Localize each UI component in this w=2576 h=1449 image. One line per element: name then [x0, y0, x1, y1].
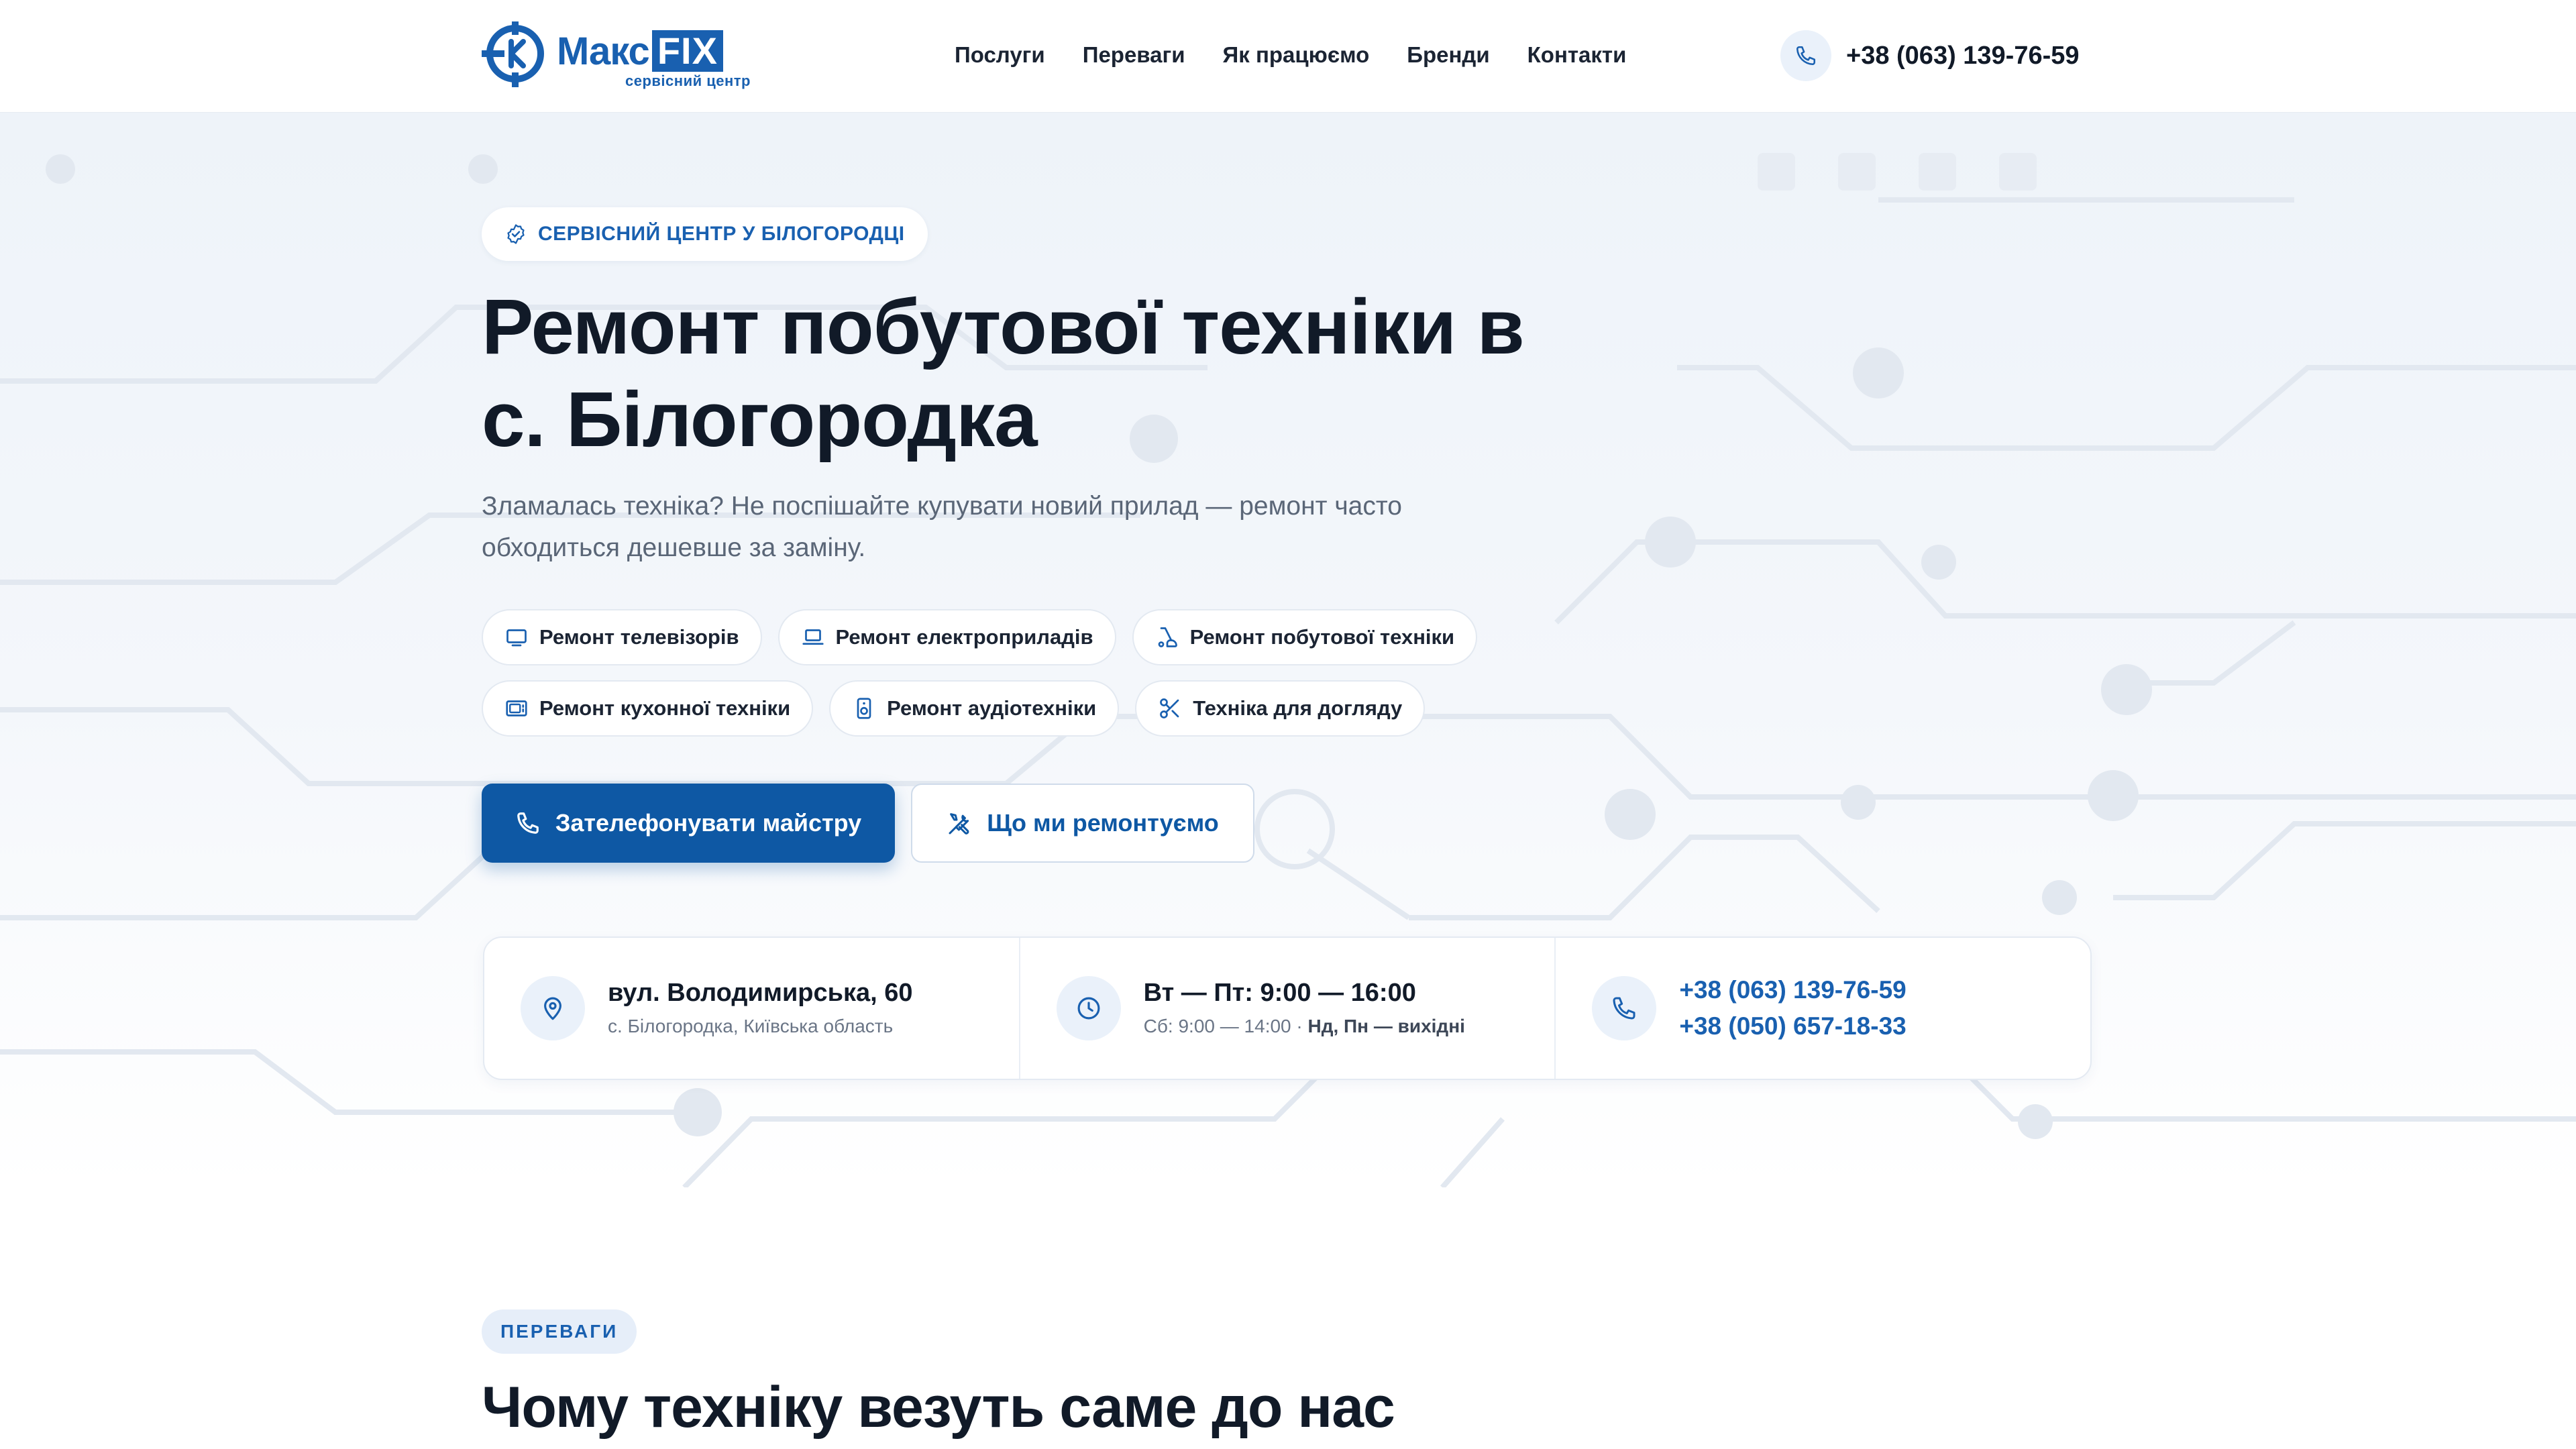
phone-icon — [517, 812, 539, 834]
advantages-badge: ПЕРЕВАГИ — [482, 1309, 637, 1354]
chip-tv-repair[interactable]: Ремонт телевізорів — [482, 609, 762, 665]
logo-tagline: сервісний центр — [625, 72, 751, 89]
hero-section: СЕРВІСНИЙ ЦЕНТР У БІЛОГОРОДЦІ Ремонт поб… — [0, 113, 2576, 1187]
hours-block: Вт — Пт: 9:00 — 16:00 Сб: 9:00 — 14:00 ·… — [1018, 938, 1555, 1079]
hero-title-line-2: с. Білогородка — [482, 376, 1038, 463]
chip-audio-repair[interactable]: Ремонт аудіотехніки — [829, 680, 1120, 737]
chip-kitchen-repair[interactable]: Ремонт кухонної техніки — [482, 680, 814, 737]
hours-weekdays: Вт — Пт: 9:00 — 16:00 — [1143, 979, 1416, 1007]
main-nav: Послуги Переваги Як працюємо Бренди Конт… — [955, 39, 1626, 71]
phone-link-2[interactable]: +38 (050) 657-18-33 — [1679, 1008, 1906, 1044]
phone-icon — [1592, 976, 1657, 1040]
advantages-title: Чому техніку везуть саме до нас — [482, 1375, 1395, 1440]
what-we-repair-button-label: Що ми ремонтуємо — [987, 809, 1219, 837]
chip-label: Ремонт побутової техніки — [1189, 625, 1455, 649]
chip-label: Ремонт кухонної техніки — [539, 696, 791, 720]
location-pin-icon — [521, 976, 585, 1040]
logo[interactable]: Макс FIX сервісний центр — [482, 20, 751, 91]
tv-icon — [506, 629, 527, 647]
nav-item-how-we-work[interactable]: Як працюємо — [1223, 39, 1370, 71]
clock-icon — [1056, 976, 1121, 1040]
address-block: вул. Володимирська, 60 с. Білогородка, К… — [484, 938, 1019, 1079]
phone-icon — [1780, 30, 1831, 81]
phones-block: +38 (063) 139-76-59 +38 (050) 657-18-33 — [1554, 938, 2090, 1079]
what-we-repair-button[interactable]: Що ми ремонтуємо — [911, 784, 1254, 863]
hours-weekend: Сб: 9:00 — 14:00 · Нд, Пн — вихідні — [1144, 1011, 1465, 1042]
phone-link-1[interactable]: +38 (063) 139-76-59 — [1679, 972, 1906, 1008]
hero-subtitle: Зламалась техніка? Не поспішайте купуват… — [482, 486, 1542, 569]
chip-label: Ремонт аудіотехніки — [887, 696, 1097, 720]
laptop-icon — [802, 629, 824, 645]
logo-wordmark: Макс FIX — [557, 29, 723, 73]
nav-item-services[interactable]: Послуги — [955, 39, 1045, 71]
nav-item-advantages[interactable]: Переваги — [1083, 39, 1185, 71]
speaker-icon — [857, 698, 871, 719]
hours-days-off: Нд, Пн — вихідні — [1307, 1016, 1465, 1036]
microwave-icon — [506, 700, 527, 716]
phones-text: +38 (063) 139-76-59 +38 (050) 657-18-33 — [1679, 972, 1906, 1044]
address-region: с. Білогородка, Київська область — [608, 1016, 894, 1036]
chip-household-repair[interactable]: Ремонт побутової техніки — [1132, 609, 1478, 665]
hero-subtitle-line-2: обходиться дешевше за заміну. — [482, 533, 866, 562]
hero-title: Ремонт побутової техніки в с. Білогородк… — [482, 280, 1622, 466]
logo-word-right: FIX — [651, 30, 723, 72]
chip-label: Техніка для догляду — [1193, 696, 1403, 720]
chip-label: Ремонт телевізорів — [539, 625, 739, 649]
address-text: вул. Володимирська, 60 с. Білогородка, К… — [608, 975, 913, 1042]
logo-word-left: Макс — [557, 29, 650, 73]
badge-check-icon — [507, 224, 525, 244]
chip-electrical-repair[interactable]: Ремонт електроприладів — [777, 609, 1116, 665]
location-badge-text: СЕРВІСНИЙ ЦЕНТР У БІЛОГОРОДЦІ — [538, 223, 905, 245]
contact-info-card: вул. Володимирська, 60 с. Білогородка, К… — [483, 936, 2092, 1080]
hours-text: Вт — Пт: 9:00 — 16:00 Сб: 9:00 — 14:00 ·… — [1144, 975, 1465, 1042]
header-phone-number: +38 (063) 139-76-59 — [1846, 41, 2080, 70]
scissors-icon — [1160, 698, 1179, 718]
service-chips-row-1: Ремонт телевізорів Ремонт електроприладі… — [482, 609, 1488, 665]
logo-target-icon — [482, 21, 544, 87]
header-phone-link[interactable]: +38 (063) 139-76-59 — [1780, 30, 2080, 82]
hours-saturday: Сб: 9:00 — 14:00 · — [1143, 1016, 1308, 1036]
service-chips: Ремонт телевізорів Ремонт електроприладі… — [482, 609, 1488, 751]
location-badge: СЕРВІСНИЙ ЦЕНТР У БІЛОГОРОДЦІ — [482, 207, 928, 261]
vacuum-icon — [1158, 627, 1177, 647]
call-master-button[interactable]: Зателефонувати майстру — [482, 784, 895, 863]
nav-item-brands[interactable]: Бренди — [1407, 39, 1489, 71]
hero-title-line-1: Ремонт побутової техніки в — [482, 283, 1525, 370]
nav-item-contacts[interactable]: Контакти — [1527, 39, 1627, 71]
hero-subtitle-line-1: Зламалась техніка? Не поспішайте купуват… — [482, 492, 1402, 521]
advantages-badge-text: ПЕРЕВАГИ — [500, 1321, 619, 1342]
chip-personal-care[interactable]: Техніка для догляду — [1135, 680, 1426, 737]
site-header: Макс FIX сервісний центр Послуги Переваг… — [0, 0, 2576, 113]
call-master-button-label: Зателефонувати майстру — [555, 809, 862, 837]
chip-label: Ремонт електроприладів — [835, 625, 1093, 649]
service-chips-row-2: Ремонт кухонної техніки Ремонт аудіотехн… — [482, 680, 1488, 737]
address-street: вул. Володимирська, 60 — [608, 979, 913, 1007]
tools-icon — [949, 813, 969, 835]
